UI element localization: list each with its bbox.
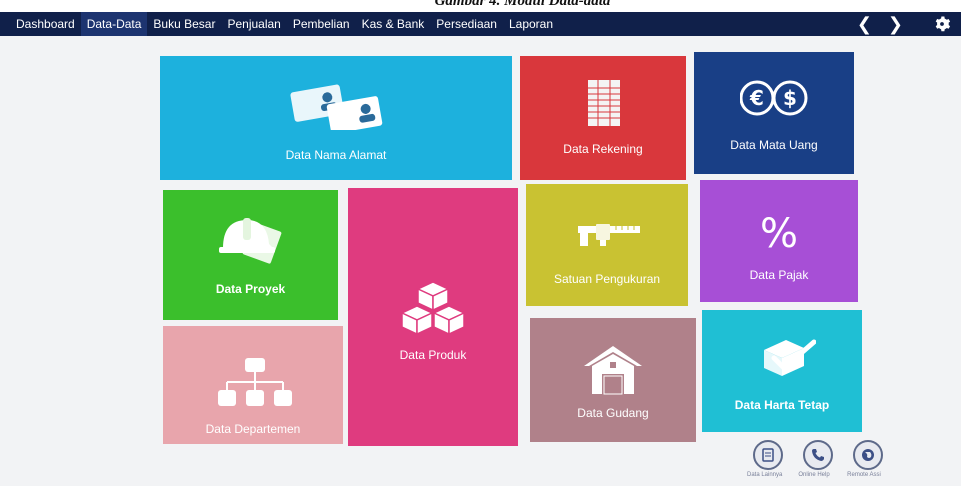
boxes-icon [400, 281, 466, 336]
tile-label: Data Produk [399, 348, 467, 362]
tile-label: Data Rekening [563, 142, 643, 156]
bottom-label: Data Lainnya [747, 472, 783, 478]
menu-pembelian[interactable]: Pembelian [287, 12, 356, 36]
globe-icon [853, 440, 883, 470]
tile-satuan-pengukuran[interactable]: Satuan Pengukuran [526, 184, 688, 306]
warehouse-icon [584, 346, 642, 395]
helmet-blueprint-icon [219, 218, 282, 264]
online-help-button[interactable]: Online Help [798, 440, 833, 478]
tile-data-produk[interactable]: Data Produk [348, 188, 518, 446]
svg-text:$: $ [783, 86, 797, 110]
navigation-arrows: ❮ ❯ [857, 12, 903, 36]
tile-data-departemen[interactable]: Data Departemen [163, 326, 343, 444]
tile-label: Data Pajak [749, 268, 809, 282]
menu-dashboard[interactable]: Dashboard [10, 12, 81, 36]
remote-assist-button[interactable]: Remote Assi [847, 440, 883, 478]
menu-buku-besar[interactable]: Buku Besar [147, 12, 221, 36]
asset-check-icon [764, 339, 816, 376]
tile-label: Data Harta Tetap [734, 398, 830, 412]
tile-data-proyek[interactable]: Data Proyek [163, 190, 338, 320]
caliper-icon [578, 224, 640, 246]
phone-icon [803, 440, 833, 470]
ledger-book-icon [588, 80, 620, 126]
tile-data-mata-uang[interactable]: € $ Data Mata Uang [694, 52, 854, 174]
menu-kas-bank[interactable]: Kas & Bank [356, 12, 431, 36]
tile-label: Data Gudang [577, 406, 649, 420]
back-arrow-icon[interactable]: ❮ [857, 12, 872, 36]
tile-data-pajak[interactable]: % Data Pajak [700, 180, 858, 302]
tile-label: Data Mata Uang [730, 138, 818, 152]
tile-data-nama-alamat[interactable]: Data Nama Alamat [160, 56, 512, 180]
figure-caption: Gambar 4. Modul Data-data [0, 0, 961, 12]
tile-data-gudang[interactable]: Data Gudang [530, 318, 696, 442]
bottom-utility-bar: Data Lainnya Online Help Remote Assi [747, 440, 883, 478]
bottom-label: Online Help [798, 472, 830, 478]
bottom-label: Remote Assi [847, 472, 881, 478]
forward-arrow-icon[interactable]: ❯ [888, 12, 903, 36]
notepad-icon [753, 440, 783, 470]
tile-data-rekening[interactable]: Data Rekening [520, 56, 686, 180]
percent-icon: % [760, 212, 798, 252]
currency-icon: € $ [740, 80, 808, 116]
gear-icon[interactable] [933, 15, 951, 33]
svg-text:%: % [760, 212, 798, 252]
menu-persediaan[interactable]: Persediaan [430, 12, 503, 36]
main-menu: Dashboard Data-Data Buku Besar Penjualan… [0, 12, 559, 36]
tile-data-harta-tetap[interactable]: Data Harta Tetap [702, 310, 862, 432]
data-lainnya-button[interactable]: Data Lainnya [747, 440, 783, 478]
top-navigation-bar: Dashboard Data-Data Buku Besar Penjualan… [0, 12, 961, 36]
menu-laporan[interactable]: Laporan [503, 12, 559, 36]
menu-penjualan[interactable]: Penjualan [221, 12, 286, 36]
org-chart-icon [218, 358, 292, 406]
tile-label: Data Proyek [215, 282, 286, 296]
tile-label: Data Departemen [205, 422, 301, 436]
address-cards-icon [290, 84, 383, 130]
menu-data-data[interactable]: Data-Data [80, 12, 148, 36]
tile-label: Satuan Pengukuran [553, 272, 661, 286]
tile-label: Data Nama Alamat [285, 148, 387, 162]
svg-text:€: € [749, 86, 764, 110]
